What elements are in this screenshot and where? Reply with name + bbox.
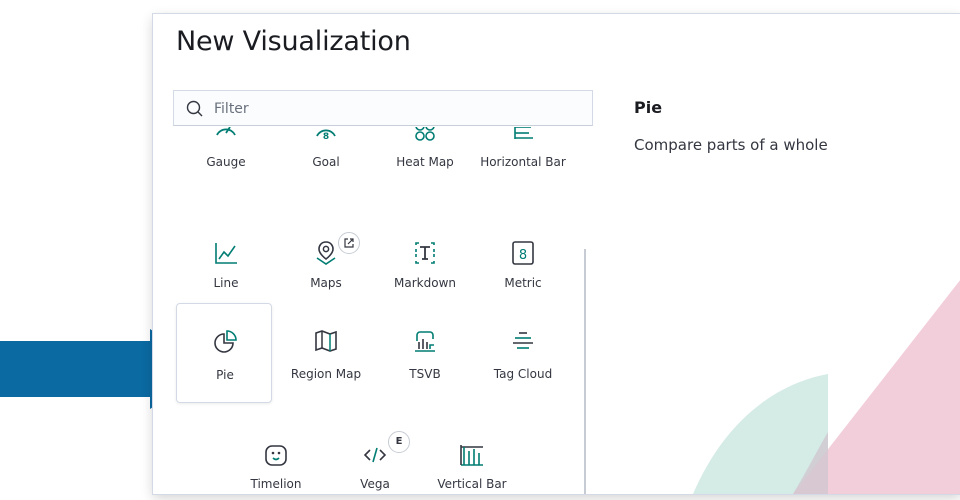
markdown-icon (415, 242, 435, 264)
vis-card-label: Heat Map (396, 155, 454, 169)
gauge-icon (216, 127, 236, 136)
external-link-badge (338, 232, 360, 254)
vis-card-label: Pie (216, 368, 234, 382)
vis-card-metric[interactable]: 8 Metric (475, 197, 571, 295)
vis-card-tag-cloud[interactable]: Tag Cloud (475, 303, 571, 401)
vis-card-label: TSVB (409, 367, 441, 381)
filter-field[interactable] (173, 90, 593, 126)
vis-card-label: Timelion (250, 477, 302, 491)
heat-map-icon (415, 127, 435, 141)
vis-card-vega[interactable]: E Vega (327, 409, 423, 494)
vis-card-label: Tag Cloud (493, 367, 553, 381)
vis-card-label: Goal (312, 155, 340, 169)
vis-card-line[interactable]: Line (178, 197, 274, 295)
vis-card-timelion[interactable]: Timelion (228, 409, 324, 494)
vis-card-gauge[interactable]: Gauge (178, 127, 274, 189)
vis-card-heat-map[interactable]: Heat Map (377, 127, 473, 189)
vis-card-label: Region Map (290, 367, 362, 381)
vis-card-goal[interactable]: 8 Goal (278, 127, 374, 189)
line-chart-icon (215, 243, 237, 264)
region-map-icon (315, 330, 337, 352)
external-link-icon (344, 238, 354, 248)
vis-card-tsvb[interactable]: TSVB (377, 303, 473, 401)
experimental-badge: E (388, 431, 410, 453)
horizontal-bar-icon (514, 127, 533, 139)
vis-card-label: Markdown (394, 276, 456, 290)
vis-card-maps[interactable]: Maps (278, 197, 374, 295)
goal-icon: 8 (316, 129, 336, 141)
vis-card-region-map[interactable]: Region Map (278, 303, 374, 401)
modal-title: New Visualization (176, 26, 411, 57)
pie-chart-icon (214, 330, 237, 353)
decorative-illustration (693, 280, 960, 494)
vis-card-label: Vega (360, 477, 390, 491)
vis-card-label: Vertical Bar (437, 477, 507, 491)
new-visualization-modal: New Visualization Gauge 8 Goal (153, 14, 960, 494)
vis-card-label: Horizontal Bar (480, 155, 566, 169)
filter-input[interactable] (212, 97, 586, 121)
search-icon (186, 100, 203, 117)
timelion-icon (265, 445, 287, 466)
vis-card-label: Metric (504, 276, 542, 290)
tag-cloud-icon (513, 332, 533, 349)
vis-card-label: Maps (310, 276, 342, 290)
visualization-grid: Gauge 8 Goal Heat Map Horizontal Bar Lin… (153, 127, 585, 494)
vis-card-horizontal-bar[interactable]: Horizontal Bar (475, 127, 571, 189)
map-pin-icon (316, 241, 336, 265)
vega-code-icon (363, 447, 387, 463)
vis-card-label: Gauge (206, 155, 246, 169)
vis-card-vertical-bar[interactable]: Vertical Bar (424, 409, 520, 494)
vis-card-pie[interactable]: Pie (176, 303, 272, 403)
vis-card-markdown[interactable]: Markdown (377, 197, 473, 295)
scrollbar[interactable] (584, 249, 586, 494)
svg-text:8: 8 (519, 248, 527, 263)
vertical-bar-icon (460, 445, 483, 466)
svg-text:8: 8 (323, 132, 329, 141)
tsvb-icon (415, 331, 435, 352)
description-title: Pie (634, 98, 663, 117)
description-text: Compare parts of a whole (634, 136, 828, 154)
metric-icon: 8 (512, 241, 534, 265)
vis-card-label: Line (213, 276, 239, 290)
